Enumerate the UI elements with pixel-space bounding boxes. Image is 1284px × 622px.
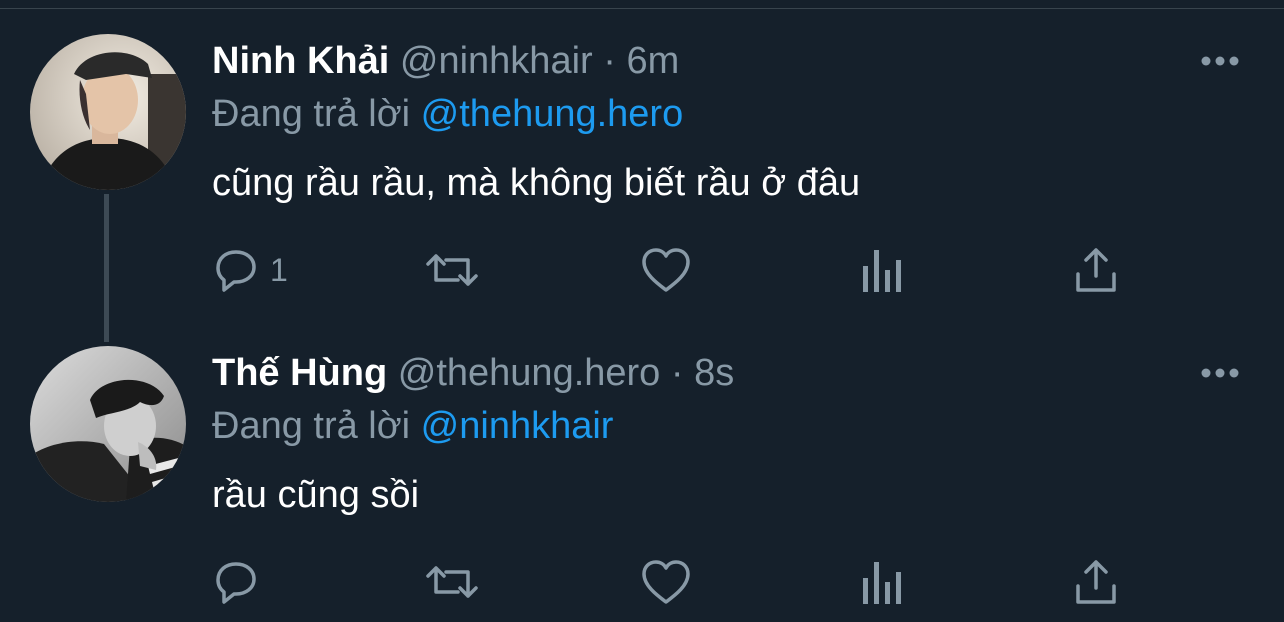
like-button[interactable]	[640, 242, 692, 298]
avatar-photo	[30, 34, 186, 190]
tweet-actions: 1	[212, 242, 1212, 298]
avatar-photo	[30, 346, 186, 502]
speech-bubble-icon	[216, 562, 256, 604]
display-name[interactable]: Thế Hùng	[212, 352, 387, 394]
reply-button[interactable]	[212, 554, 270, 610]
speech-bubble-icon	[216, 250, 256, 292]
bar-chart-icon	[863, 562, 901, 604]
timestamp[interactable]: 8s	[694, 352, 734, 394]
retweet-arrows-icon	[426, 566, 478, 598]
separator-dot: ·	[670, 352, 684, 394]
display-name[interactable]: Ninh Khải	[212, 40, 389, 82]
handle[interactable]: @thehung.hero	[398, 352, 661, 394]
share-button[interactable]	[1072, 242, 1120, 298]
handle[interactable]: @ninhkhair	[400, 40, 593, 82]
heart-icon	[642, 560, 690, 604]
separator-dot: ·	[603, 40, 616, 82]
reply-count: 1	[270, 251, 288, 288]
replying-to-label: Đang trả lời	[212, 405, 411, 447]
retweet-button[interactable]	[424, 242, 480, 298]
analytics-button[interactable]	[860, 554, 904, 610]
avatar[interactable]	[30, 346, 186, 502]
tweet-header: Thế Hùng @thehung.hero · 8s	[212, 347, 734, 399]
replying-to-label: Đang trả lời	[212, 93, 411, 135]
more-options-button[interactable]	[1196, 37, 1244, 85]
heart-icon	[642, 248, 690, 292]
thread-connector-line	[104, 194, 109, 342]
tweet-actions	[212, 554, 1212, 610]
retweet-arrows-icon	[426, 254, 478, 286]
retweet-button[interactable]	[424, 554, 480, 610]
tweet-text: cũng rầu rầu, mà không biết rầu ở đâu	[212, 162, 861, 204]
timestamp[interactable]: 6m	[626, 40, 679, 82]
bar-chart-icon	[863, 250, 901, 292]
replying-to-line: Đang trả lời @ninhkhair	[212, 400, 613, 452]
three-dots-icon	[1201, 56, 1239, 66]
reply-mention-link[interactable]: @thehung.hero	[421, 93, 684, 135]
reply-mention-link[interactable]: @ninhkhair	[421, 405, 614, 447]
share-upload-icon	[1076, 248, 1116, 292]
analytics-button[interactable]	[860, 242, 904, 298]
more-options-button[interactable]	[1196, 349, 1244, 397]
replying-to-line: Đang trả lời @thehung.hero	[212, 88, 683, 140]
share-button[interactable]	[1072, 554, 1120, 610]
top-divider	[0, 0, 1284, 9]
avatar[interactable]	[30, 34, 186, 190]
three-dots-icon	[1201, 368, 1239, 378]
share-upload-icon	[1076, 560, 1116, 604]
tweet-header: Ninh Khải @ninhkhair · 6m	[212, 35, 679, 87]
reply-button[interactable]: 1	[212, 242, 288, 298]
like-button[interactable]	[640, 554, 692, 610]
tweet-text: rầu cũng sồi	[212, 474, 420, 516]
